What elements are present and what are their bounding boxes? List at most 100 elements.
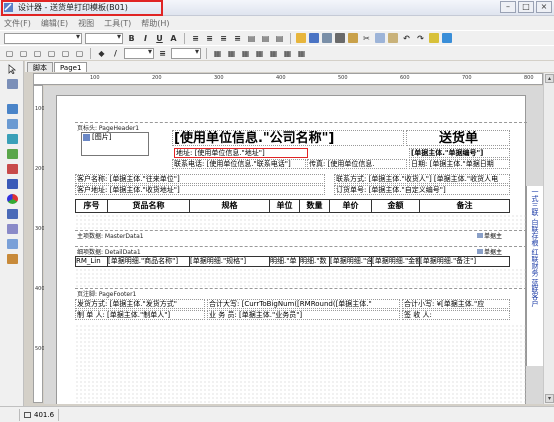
barcode-tool-icon[interactable] [7,179,18,189]
chart-tool-icon[interactable] [7,194,18,204]
header-index[interactable]: 序号 [76,200,108,212]
contact-tel-field[interactable]: 联系电话: [使用单位信息."联系电话"] [172,159,306,169]
tab-page1[interactable]: Page1 [54,62,88,72]
redo-icon[interactable]: ↷ [415,33,426,44]
shape-tool-icon[interactable] [7,164,18,174]
design-canvas[interactable]: 页标头: PageHeader1 [图片] [使用单位信息."公司名称"] 送货… [44,86,543,404]
richtext-tool-icon[interactable] [7,209,18,219]
header-unit[interactable]: 单位 [270,200,300,212]
menu-help[interactable]: 帮助(H) [141,18,169,29]
frame-none-icon[interactable]: ▢ [74,48,85,59]
align-top-icon[interactable]: ▤ [246,33,257,44]
align-left-icon[interactable]: ≡ [190,33,201,44]
frame-all-icon[interactable]: ▢ [4,48,15,59]
align-tools-icon[interactable]: ▦ [240,48,251,59]
customer-address-field[interactable]: 客户地址: [单据主体."收货地址"] [75,185,325,195]
detail-unit[interactable]: 明细."单 [270,257,300,266]
align-bottom-icon[interactable]: ▤ [274,33,285,44]
detail-line-number[interactable]: RM_Lin [76,257,108,266]
scroll-down-icon[interactable]: ▾ [545,394,554,403]
frame-left-icon[interactable]: ▢ [32,48,43,59]
document-number[interactable]: [单据主体."单据编号"] [409,148,510,158]
maker-field[interactable]: 制 单 人: [单据主体."制单人"] [75,310,205,320]
detail-spec[interactable]: [单据明细."规格"] [190,257,270,266]
header-amount[interactable]: 金额 [372,200,420,212]
menu-tools[interactable]: 工具(T) [104,18,131,29]
font-size-combo[interactable] [85,32,123,44]
align-right-icon[interactable]: ≡ [218,33,229,44]
band-tool-icon[interactable] [7,104,18,114]
total-lower-field[interactable]: 合计小写: ¥[单据主体."应 [402,299,510,309]
open-folder-icon[interactable] [296,33,306,43]
save-icon[interactable] [309,33,319,43]
bring-front-icon[interactable] [429,33,439,43]
font-color-icon[interactable]: A [168,33,179,44]
send-back-icon[interactable] [442,33,452,43]
select-pointer-icon[interactable] [7,64,18,74]
subreport-tool-icon[interactable] [7,134,18,144]
header-quantity[interactable]: 数量 [300,200,330,212]
picture-tool-icon[interactable] [7,119,18,129]
customer-name-field[interactable]: 客户名称: [单据主体."往来单位"] [75,174,325,184]
snap-icon[interactable]: ▦ [226,48,237,59]
salesman-field[interactable]: 业 务 员: [单据主体."业务员"] [207,310,400,320]
close-button[interactable]: × [536,1,552,13]
detail-price[interactable]: [单据明细."含税 [330,257,372,266]
order-number-field[interactable]: 订货单号: [单据主体."自定义编号"] [334,185,510,195]
memo-tool-icon[interactable] [7,79,18,89]
frame-bottom-icon[interactable]: ▢ [60,48,71,59]
cut-icon[interactable]: ✂ [361,33,372,44]
italic-button[interactable]: I [140,33,151,44]
line-style-combo[interactable] [171,47,201,59]
underline-button[interactable]: U [154,33,165,44]
crosstab-tool-icon[interactable] [7,224,18,234]
contact-method-field[interactable]: 联系方式: [单据主体."收货人"] [单据主体."收货人电 [334,174,510,184]
detail-quantity[interactable]: 明细."数 [300,257,330,266]
font-name-combo[interactable] [4,32,82,44]
detail-remark[interactable]: [单据明细."备注"] [420,257,509,266]
detail-row[interactable]: RM_Lin [单据明细."商品名称"] [单据明细."规格"] 明细."单 明… [75,256,510,267]
line-style-icon[interactable]: ≡ [157,48,168,59]
frame-top-icon[interactable]: ▢ [18,48,29,59]
menu-view[interactable]: 视图 [78,18,94,29]
logo-image-frame[interactable]: [图片] [81,132,149,156]
bold-button[interactable]: B [126,33,137,44]
menu-file[interactable]: 文件(F) [4,18,31,29]
minimize-button[interactable]: – [500,1,516,13]
vertical-scrollbar[interactable]: ▴ ▾ [543,73,554,404]
band-detail[interactable]: 细项数据: DetailData1 [77,247,141,256]
zoom-icon[interactable]: ▦ [296,48,307,59]
total-upper-field[interactable]: 合计大写: [CurrToBigNum([RMRound([单据主体." [207,299,400,309]
align-justify-icon[interactable]: ≡ [232,33,243,44]
company-name[interactable]: [使用单位信息."公司名称"] [172,130,404,146]
detail-product[interactable]: [单据明细."商品名称"] [108,257,190,266]
date-field[interactable]: 日期: [单据主体."单据日期 [409,159,510,169]
copy-notice-column[interactable]: 一式三联 白联存根 红联财务 蓝联客户 [526,186,544,366]
print-preview-icon[interactable] [322,33,332,43]
space-tools-icon[interactable]: ▦ [268,48,279,59]
maximize-button[interactable]: □ [518,1,534,13]
fax-field[interactable]: 传真: [使用单位信息. [307,159,407,169]
align-middle-icon[interactable]: ▤ [260,33,271,44]
receiver-field[interactable]: 签 收 人: [402,310,510,320]
copy-icon[interactable] [375,33,385,43]
center-tools-icon[interactable]: ▦ [282,48,293,59]
document-title[interactable]: 送货单 [406,130,510,146]
band-page-footer[interactable]: 页注脚: PageFooter1 [77,289,136,298]
checkbox-tool-icon[interactable] [7,239,18,249]
frame-right-icon[interactable]: ▢ [46,48,57,59]
scroll-up-icon[interactable]: ▴ [545,74,554,83]
ole-tool-icon[interactable] [7,254,18,264]
print-icon[interactable] [335,33,345,43]
band-page-header[interactable]: 页标头: PageHeader1 [77,123,139,132]
header-spec[interactable]: 规格 [190,200,270,212]
tab-script[interactable]: 脚本 [27,62,53,72]
line-color-icon[interactable]: / [110,48,121,59]
report-page[interactable]: 页标头: PageHeader1 [图片] [使用单位信息."公司名称"] 送货… [56,95,527,404]
header-price[interactable]: 单价 [330,200,372,212]
find-icon[interactable] [348,33,358,43]
line-tool-icon[interactable] [7,149,18,159]
band-master[interactable]: 主项数据: MasterData1 [77,231,144,240]
paste-icon[interactable] [388,33,398,43]
undo-icon[interactable]: ↶ [401,33,412,44]
